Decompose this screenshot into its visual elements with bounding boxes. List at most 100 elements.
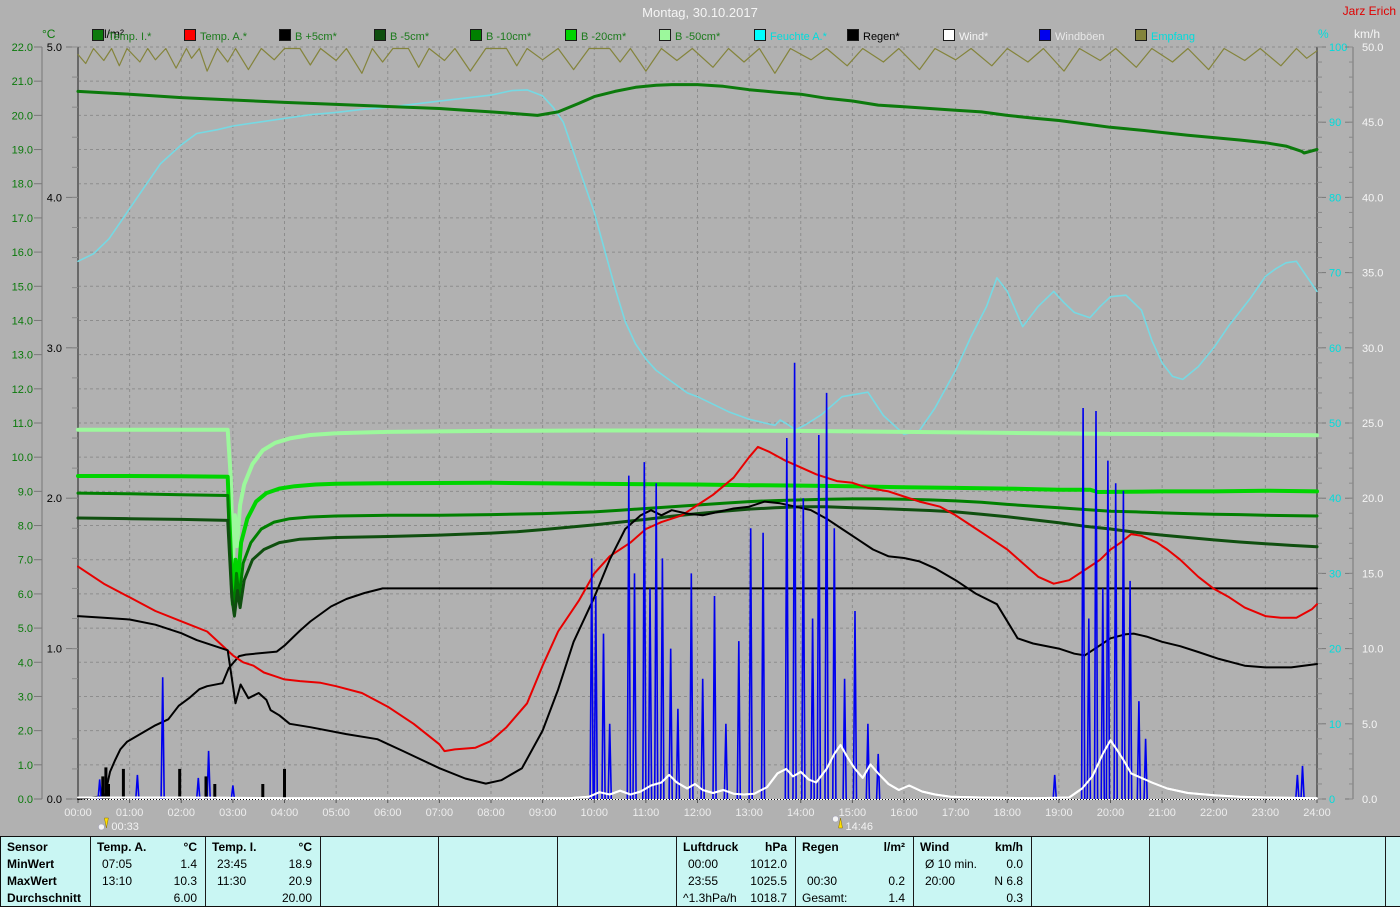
table-max-time: 00:30 [807, 874, 838, 888]
svg-text:90: 90 [1329, 117, 1341, 129]
series-temp_i [76, 83, 1319, 155]
table-min-time: 00:00 [688, 857, 719, 871]
table-row-label: MinWert [7, 857, 55, 871]
svg-text:60: 60 [1329, 343, 1341, 355]
svg-text:20.0: 20.0 [1362, 493, 1383, 505]
svg-text:12:00: 12:00 [684, 807, 712, 819]
svg-text:01:00: 01:00 [116, 807, 144, 819]
table-avg-value: 1.4 [888, 891, 905, 905]
svg-text:00:00: 00:00 [64, 807, 92, 819]
svg-text:00:33: 00:33 [111, 821, 139, 833]
svg-text:40.0: 40.0 [1362, 192, 1383, 204]
svg-text:20:00: 20:00 [1097, 807, 1125, 819]
svg-text:20.0: 20.0 [12, 110, 33, 122]
svg-text:1.0: 1.0 [47, 644, 62, 656]
svg-text:21.0: 21.0 [12, 76, 33, 88]
svg-text:18:00: 18:00 [993, 807, 1021, 819]
svg-text:18.0: 18.0 [12, 179, 33, 191]
axis-humidity-pct: 0 10 20 30 40 50 60 70 80 90 100 [1317, 42, 1347, 806]
table-max-time: 13:10 [102, 874, 133, 888]
table-max-time: 11:30 [217, 874, 247, 888]
svg-text:12.0: 12.0 [12, 384, 33, 396]
table-avg-value: 6.00 [173, 891, 197, 905]
svg-text:100: 100 [1329, 42, 1347, 54]
table-sensor-name: Regen [802, 840, 839, 854]
svg-text:14:00: 14:00 [787, 807, 815, 819]
svg-text:9.0: 9.0 [18, 486, 33, 498]
table-max-value: 10.3 [173, 874, 197, 888]
table-column-divider [795, 837, 796, 906]
svg-text:5.0: 5.0 [1362, 719, 1377, 731]
svg-text:16.0: 16.0 [12, 247, 33, 259]
svg-text:4.0: 4.0 [47, 192, 62, 204]
svg-text:30.0: 30.0 [1362, 343, 1383, 355]
svg-text:14.0: 14.0 [12, 315, 33, 327]
svg-text:11:00: 11:00 [633, 807, 660, 819]
svg-text:45.0: 45.0 [1362, 117, 1383, 129]
svg-text:07:00: 07:00 [426, 807, 454, 819]
series-regen-bars [101, 767, 286, 799]
svg-text:10.0: 10.0 [1362, 644, 1383, 656]
svg-text:13.0: 13.0 [12, 350, 33, 362]
svg-text:7.0: 7.0 [18, 555, 33, 567]
time-marker-moon-set: 00:33 [98, 817, 139, 833]
axis-wind-kmh: 0.0 5.0 10.0 15.0 20.0 25.0 30.0 35.0 40.0 45.0 50… [1345, 42, 1383, 806]
svg-text:13:00: 13:00 [735, 807, 763, 819]
svg-text:08:00: 08:00 [477, 807, 505, 819]
svg-text:25.0: 25.0 [1362, 418, 1383, 430]
table-min-value: 0.0 [1006, 857, 1023, 871]
svg-text:19.0: 19.0 [12, 145, 33, 157]
table-column-divider [90, 837, 91, 906]
table-sensor-name: Wind [920, 840, 950, 854]
table-column-divider [1031, 837, 1032, 906]
table-max-time: 23:55 [688, 874, 719, 888]
svg-text:20: 20 [1329, 644, 1341, 656]
svg-text:10:00: 10:00 [580, 807, 608, 819]
weather-chart-plot: 0.0 1.0 2.0 3.0 4.0 5.0 6.0 7.0 8.0 9.0 10.0 11.0 12… [12, 42, 1384, 833]
table-sensor-unit: °C [183, 840, 197, 854]
table-sensor-unit: °C [298, 840, 312, 854]
table-column-divider [913, 837, 914, 906]
svg-text:3.0: 3.0 [18, 691, 33, 703]
svg-text:16:00: 16:00 [890, 807, 918, 819]
table-avg-value: 0.3 [1006, 891, 1023, 905]
svg-text:21:00: 21:00 [1148, 807, 1176, 819]
table-column-divider [557, 837, 558, 906]
weather-chart-window: Montag, 30.10.2017 Jarz Erich °C l/m² % … [0, 0, 1400, 907]
svg-text:80: 80 [1329, 192, 1341, 204]
svg-text:02:00: 02:00 [167, 807, 195, 819]
table-avg-value: 20.00 [281, 891, 312, 905]
series-windboen [97, 362, 1305, 800]
table-min-time: 23:45 [217, 857, 248, 871]
table-sensor-unit: km/h [994, 840, 1023, 854]
svg-text:19:00: 19:00 [1045, 807, 1073, 819]
svg-text:2.0: 2.0 [47, 493, 62, 505]
table-sensor-unit: l/m² [883, 840, 905, 854]
svg-text:2.0: 2.0 [18, 726, 33, 738]
table-column-divider [1149, 837, 1150, 906]
svg-text:17.0: 17.0 [12, 213, 33, 225]
svg-text:10.0: 10.0 [12, 452, 33, 464]
svg-text:35.0: 35.0 [1362, 268, 1383, 280]
svg-text:04:00: 04:00 [271, 807, 299, 819]
table-column-divider [1267, 837, 1268, 906]
svg-text:1.0: 1.0 [18, 760, 33, 772]
table-sensor-name: Temp. A. [97, 840, 147, 854]
table-row-label: MaxWert [7, 874, 57, 888]
svg-text:10: 10 [1329, 719, 1341, 731]
svg-text:3.0: 3.0 [47, 343, 62, 355]
svg-text:15.0: 15.0 [12, 281, 33, 293]
svg-text:15.0: 15.0 [1362, 568, 1383, 580]
svg-text:22.0: 22.0 [12, 42, 33, 54]
svg-text:0: 0 [1329, 794, 1335, 806]
svg-text:23:00: 23:00 [1252, 807, 1280, 819]
svg-text:50: 50 [1329, 418, 1341, 430]
svg-text:24:00: 24:00 [1303, 807, 1331, 819]
svg-text:4.0: 4.0 [18, 657, 33, 669]
svg-text:30: 30 [1329, 568, 1341, 580]
table-min-time: 07:05 [102, 857, 133, 871]
table-max-value: 20.9 [288, 874, 312, 888]
table-max-value: 1025.5 [750, 874, 787, 888]
svg-text:22:00: 22:00 [1200, 807, 1228, 819]
table-avg-label: ^1.3hPa/h [683, 891, 737, 905]
